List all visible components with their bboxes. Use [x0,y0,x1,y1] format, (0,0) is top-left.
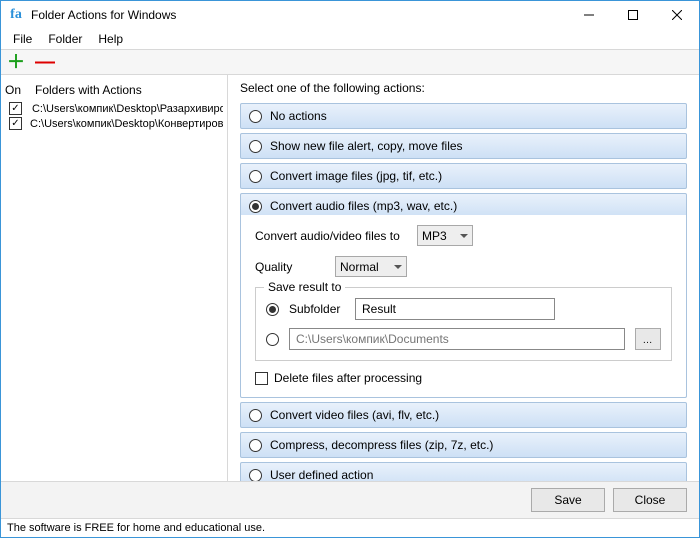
radio-icon [249,469,262,482]
window-title: Folder Actions for Windows [31,8,567,22]
folders-panel: On Folders with Actions ✓ C:\Users\компи… [1,75,227,481]
radio-icon [249,409,262,422]
format-select[interactable]: MP3 [417,225,473,246]
audio-settings: Convert audio/video files to MP3 Quality… [240,215,687,398]
absolute-path-radio[interactable] [266,333,279,346]
minimize-button[interactable] [567,1,611,29]
menubar: File Folder Help [1,29,699,49]
col-on-header: On [5,83,35,97]
save-result-fieldset: Save result to Subfolder … [255,287,672,361]
folder-checkbox[interactable]: ✓ [9,102,22,115]
quality-select[interactable]: Normal [335,256,407,277]
folder-row[interactable]: ✓ C:\Users\компик\Desktop\Конвертировть … [5,116,223,131]
absolute-path-input[interactable] [289,328,625,350]
app-window: fa Folder Actions for Windows File Folde… [0,0,700,538]
action-label: User defined action [270,468,373,481]
action-convert-image[interactable]: Convert image files (jpg, tif, etc.) [240,163,687,189]
quality-label: Quality [255,260,323,274]
footer-bar: Save Close [1,481,699,518]
window-controls [567,1,699,29]
folder-path: C:\Users\компик\Desktop\Конвертировть в … [30,118,223,130]
action-label: Show new file alert, copy, move files [270,139,463,153]
action-label: Convert audio files (mp3, wav, etc.) [270,199,457,213]
save-button[interactable]: Save [531,488,605,512]
save-result-legend: Save result to [264,280,345,294]
maximize-button[interactable] [611,1,655,29]
col-folders-header: Folders with Actions [35,83,142,97]
actions-panel: Select one of the following actions: No … [228,75,699,481]
subfolder-input[interactable] [355,298,555,320]
titlebar: fa Folder Actions for Windows [1,1,699,29]
actions-title: Select one of the following actions: [240,81,687,95]
add-folder-button[interactable]: ＋ [7,53,25,71]
menu-folder[interactable]: Folder [40,30,90,48]
browse-button[interactable]: … [635,328,661,350]
folders-header: On Folders with Actions [5,81,223,101]
radio-icon [249,140,262,153]
action-label: Compress, decompress files (zip, 7z, etc… [270,438,493,452]
action-label: No actions [270,109,327,123]
delete-after-checkbox[interactable] [255,372,268,385]
radio-icon [249,170,262,183]
menu-help[interactable]: Help [90,30,131,48]
radio-icon [249,110,262,123]
menu-file[interactable]: File [5,30,40,48]
radio-icon [249,439,262,452]
folder-row[interactable]: ✓ C:\Users\компик\Desktop\Разархивироват… [5,101,223,116]
folder-path: C:\Users\компик\Desktop\Разархивировать [32,103,223,115]
radio-icon [249,200,262,213]
subfolder-radio[interactable] [266,303,279,316]
action-user-defined[interactable]: User defined action [240,462,687,481]
toolbar: ＋ — [1,49,699,75]
delete-after-label: Delete files after processing [274,371,422,385]
action-convert-video[interactable]: Convert video files (avi, flv, etc.) [240,402,687,428]
action-show-alert[interactable]: Show new file alert, copy, move files [240,133,687,159]
close-footer-button[interactable]: Close [613,488,687,512]
action-label: Convert video files (avi, flv, etc.) [270,408,439,422]
delete-after-row: Delete files after processing [255,371,672,385]
convert-to-label: Convert audio/video files to [255,229,405,243]
action-label: Convert image files (jpg, tif, etc.) [270,169,442,183]
content-area: On Folders with Actions ✓ C:\Users\компи… [1,75,699,481]
remove-folder-button[interactable]: — [35,57,55,67]
action-no-actions[interactable]: No actions [240,103,687,129]
close-button[interactable] [655,1,699,29]
subfolder-label: Subfolder [289,302,345,316]
app-icon: fa [7,6,25,24]
action-compress[interactable]: Compress, decompress files (zip, 7z, etc… [240,432,687,458]
folder-checkbox[interactable]: ✓ [9,117,22,130]
status-bar: The software is FREE for home and educat… [1,518,699,537]
